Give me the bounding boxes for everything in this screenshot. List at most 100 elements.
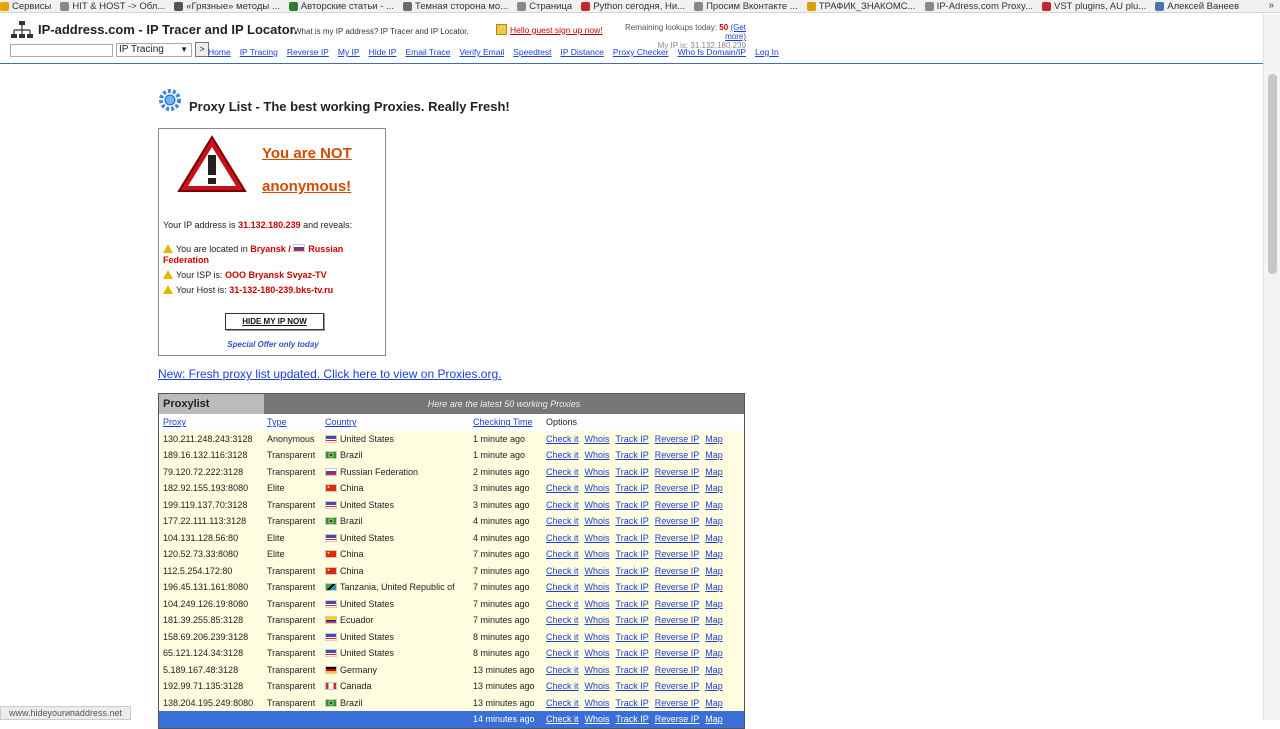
option-reverse-ip-link[interactable]: Reverse IP xyxy=(655,450,700,460)
option-check-it-link[interactable]: Check it xyxy=(546,698,579,708)
option-map-link[interactable]: Map xyxy=(705,648,723,658)
option-map-link[interactable]: Map xyxy=(705,714,723,724)
option-check-it-link[interactable]: Check it xyxy=(546,566,579,576)
option-check-it-link[interactable]: Check it xyxy=(546,533,579,543)
option-check-it-link[interactable]: Check it xyxy=(546,599,579,609)
option-check-it-link[interactable]: Check it xyxy=(546,681,579,691)
bookmark-item[interactable]: VST plugins, AU plu... xyxy=(1042,1,1146,12)
option-map-link[interactable]: Map xyxy=(705,681,723,691)
bookmark-item[interactable]: Авторские статьи - ... xyxy=(288,1,394,12)
option-reverse-ip-link[interactable]: Reverse IP xyxy=(655,632,700,642)
nav-link-speedtest[interactable]: Speedtest xyxy=(513,47,551,57)
option-reverse-ip-link[interactable]: Reverse IP xyxy=(655,599,700,609)
guest-signup-link[interactable]: Hello guest sign up now! xyxy=(496,24,603,35)
bookmark-item[interactable]: Python сегодня, Ни... xyxy=(581,1,685,12)
option-check-it-link[interactable]: Check it xyxy=(546,582,579,592)
option-track-ip-link[interactable]: Track IP xyxy=(616,533,649,543)
get-more-link[interactable]: (Get more) xyxy=(725,23,746,41)
option-whois-link[interactable]: Whois xyxy=(585,714,610,724)
option-whois-link[interactable]: Whois xyxy=(585,566,610,576)
option-track-ip-link[interactable]: Track IP xyxy=(616,599,649,609)
bookmark-item[interactable]: IP-Adress.com Proxy... xyxy=(924,1,1033,12)
go-button[interactable]: > xyxy=(195,42,209,57)
option-track-ip-link[interactable]: Track IP xyxy=(616,483,649,493)
nav-link-home[interactable]: Home xyxy=(208,47,231,57)
option-whois-link[interactable]: Whois xyxy=(585,483,610,493)
option-reverse-ip-link[interactable]: Reverse IP xyxy=(655,714,700,724)
option-track-ip-link[interactable]: Track IP xyxy=(616,698,649,708)
option-reverse-ip-link[interactable]: Reverse IP xyxy=(655,648,700,658)
nav-link-verify-email[interactable]: Verify Email xyxy=(459,47,504,57)
option-reverse-ip-link[interactable]: Reverse IP xyxy=(655,533,700,543)
option-check-it-link[interactable]: Check it xyxy=(546,483,579,493)
option-reverse-ip-link[interactable]: Reverse IP xyxy=(655,582,700,592)
option-map-link[interactable]: Map xyxy=(705,467,723,477)
nav-link-my-ip[interactable]: My IP xyxy=(338,47,360,57)
option-track-ip-link[interactable]: Track IP xyxy=(616,467,649,477)
option-reverse-ip-link[interactable]: Reverse IP xyxy=(655,434,700,444)
option-reverse-ip-link[interactable]: Reverse IP xyxy=(655,615,700,625)
nav-link-hide-ip[interactable]: Hide IP xyxy=(369,47,397,57)
option-track-ip-link[interactable]: Track IP xyxy=(616,500,649,510)
option-whois-link[interactable]: Whois xyxy=(585,450,610,460)
option-map-link[interactable]: Map xyxy=(705,599,723,609)
option-map-link[interactable]: Map xyxy=(705,549,723,559)
option-track-ip-link[interactable]: Track IP xyxy=(616,632,649,642)
bookmark-item[interactable]: «Грязные» методы ... xyxy=(174,1,280,12)
search-type-select[interactable]: IP Tracing ▼ xyxy=(116,43,192,57)
option-whois-link[interactable]: Whois xyxy=(585,582,610,592)
option-map-link[interactable]: Map xyxy=(705,632,723,642)
sort-country-link[interactable]: Country xyxy=(325,417,357,427)
option-track-ip-link[interactable]: Track IP xyxy=(616,549,649,559)
option-whois-link[interactable]: Whois xyxy=(585,533,610,543)
option-check-it-link[interactable]: Check it xyxy=(546,516,579,526)
option-whois-link[interactable]: Whois xyxy=(585,615,610,625)
nav-link-proxy-checker[interactable]: Proxy Checker xyxy=(613,47,669,57)
option-reverse-ip-link[interactable]: Reverse IP xyxy=(655,483,700,493)
option-check-it-link[interactable]: Check it xyxy=(546,434,579,444)
option-whois-link[interactable]: Whois xyxy=(585,500,610,510)
option-reverse-ip-link[interactable]: Reverse IP xyxy=(655,566,700,576)
fresh-proxy-list-link[interactable]: New: Fresh proxy list updated. Click her… xyxy=(158,367,501,381)
vertical-scrollbar[interactable] xyxy=(1263,14,1280,720)
option-track-ip-link[interactable]: Track IP xyxy=(616,582,649,592)
option-whois-link[interactable]: Whois xyxy=(585,665,610,675)
option-whois-link[interactable]: Whois xyxy=(585,467,610,477)
scrollbar-thumb[interactable] xyxy=(1268,74,1277,274)
bookmark-item[interactable]: Темная сторона мо... xyxy=(402,1,508,12)
option-track-ip-link[interactable]: Track IP xyxy=(616,434,649,444)
bookmark-item[interactable]: HIT & HOST -> Обл... xyxy=(60,1,165,12)
bookmark-item[interactable]: Сервисы xyxy=(0,1,51,12)
option-whois-link[interactable]: Whois xyxy=(585,632,610,642)
option-whois-link[interactable]: Whois xyxy=(585,599,610,609)
bookmark-item[interactable]: Страница xyxy=(517,1,572,12)
option-track-ip-link[interactable]: Track IP xyxy=(616,681,649,691)
option-check-it-link[interactable]: Check it xyxy=(546,615,579,625)
option-check-it-link[interactable]: Check it xyxy=(546,714,579,724)
bookmarks-more-button[interactable]: » xyxy=(1268,0,1274,11)
option-track-ip-link[interactable]: Track IP xyxy=(616,714,649,724)
bookmark-item[interactable]: ТРАФИК_ЗНАКОМС... xyxy=(806,1,916,12)
sort-time-link[interactable]: Checking Time xyxy=(473,417,533,427)
nav-link-ip-tracing[interactable]: IP Tracing xyxy=(240,47,278,57)
nav-link-ip-distance[interactable]: IP Distance xyxy=(561,47,604,57)
site-title-link[interactable]: IP-address.com - IP Tracer and IP Locato… xyxy=(38,22,298,37)
option-track-ip-link[interactable]: Track IP xyxy=(616,516,649,526)
nav-link-who-is-domain-ip[interactable]: Who Is Domain/IP xyxy=(678,47,747,57)
option-track-ip-link[interactable]: Track IP xyxy=(616,648,649,658)
nav-link-log-in[interactable]: Log In xyxy=(755,47,779,57)
option-reverse-ip-link[interactable]: Reverse IP xyxy=(655,500,700,510)
nav-link-email-trace[interactable]: Email Trace xyxy=(405,47,450,57)
option-map-link[interactable]: Map xyxy=(705,566,723,576)
option-check-it-link[interactable]: Check it xyxy=(546,648,579,658)
option-track-ip-link[interactable]: Track IP xyxy=(616,665,649,675)
option-map-link[interactable]: Map xyxy=(705,516,723,526)
nav-link-reverse-ip[interactable]: Reverse IP xyxy=(287,47,329,57)
option-whois-link[interactable]: Whois xyxy=(585,698,610,708)
option-whois-link[interactable]: Whois xyxy=(585,681,610,691)
option-reverse-ip-link[interactable]: Reverse IP xyxy=(655,698,700,708)
option-map-link[interactable]: Map xyxy=(705,582,723,592)
option-reverse-ip-link[interactable]: Reverse IP xyxy=(655,467,700,477)
option-whois-link[interactable]: Whois xyxy=(585,549,610,559)
option-check-it-link[interactable]: Check it xyxy=(546,450,579,460)
